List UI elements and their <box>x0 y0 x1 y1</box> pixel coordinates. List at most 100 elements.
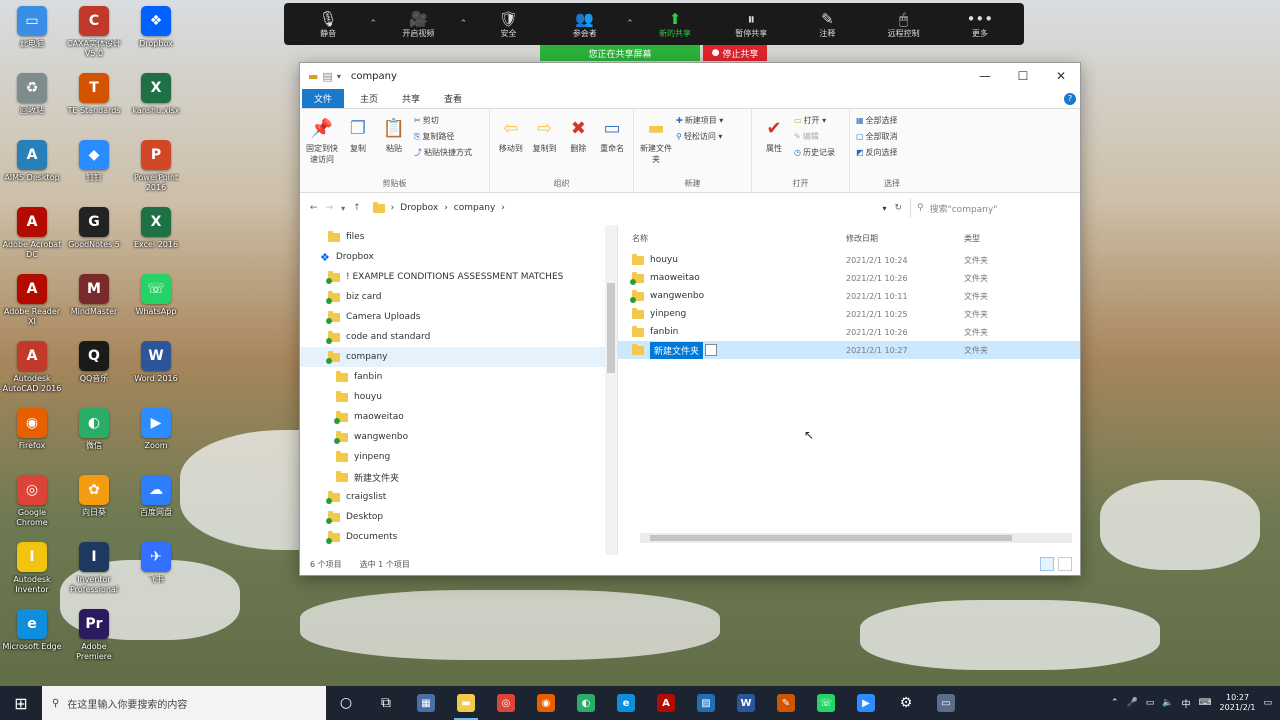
zoom-button[interactable]: ⬆ 新的共享 <box>637 10 713 39</box>
paint-icon[interactable]: ✎ <box>766 686 806 720</box>
desktop-icon[interactable]: ☁ 百度网盘 <box>126 473 186 539</box>
search-input[interactable]: ⚲ 搜索"company" <box>910 198 1070 218</box>
zoom-button[interactable]: 👥 参会者 <box>547 10 623 39</box>
nav-item[interactable]: Documents <box>300 527 617 547</box>
file-row[interactable]: fanbin 2021/2/1 10:26 文件夹 <box>618 323 1080 341</box>
copy-path-button[interactable]: ⎘ 复制路径 <box>414 129 472 145</box>
nav-item[interactable]: ! EXAMPLE CONDITIONS ASSESSMENT MATCHES <box>300 267 617 287</box>
wechat-icon[interactable]: ◐ <box>566 686 606 720</box>
rename-input[interactable]: 新建文件夹 <box>650 341 704 359</box>
chevron-down-icon[interactable]: ▾ <box>337 72 341 81</box>
cortana-icon[interactable]: ○ <box>326 686 366 720</box>
nav-item[interactable]: craigslist <box>300 487 617 507</box>
desktop-icon[interactable]: A Adobe Acrobat DC <box>2 205 62 271</box>
settings-icon[interactable]: ⚙ <box>886 686 926 720</box>
back-arrow-icon[interactable]: ← <box>310 203 318 213</box>
microphone-icon[interactable]: 🎤 <box>1127 698 1138 708</box>
stop-share-button[interactable]: ● 停止共享 <box>703 45 767 61</box>
nav-item[interactable]: biz card <box>300 287 617 307</box>
windows-start-icon[interactable]: ⊞ <box>0 686 42 720</box>
tab-file[interactable]: 文件 <box>302 89 345 108</box>
large-icons-view-icon[interactable] <box>1058 557 1072 571</box>
zoom-button[interactable]: ✎ 注释 <box>789 10 865 39</box>
nav-item[interactable]: ❖ Dropbox <box>300 247 617 267</box>
file-explorer-icon[interactable]: ▬ <box>446 686 486 720</box>
select-none-button[interactable]: ▢ 全部取消 <box>856 129 898 145</box>
nav-item[interactable]: company <box>300 347 617 367</box>
desktop-icon[interactable]: ◆ 钉钉 <box>64 138 124 204</box>
file-row[interactable]: maoweitao 2021/2/1 10:26 文件夹 <box>618 269 1080 287</box>
up-arrow-icon[interactable]: ↑ <box>353 203 361 213</box>
task-view-icon[interactable]: ⧉ <box>366 686 406 720</box>
meeting-icon[interactable]: ▭ <box>926 686 966 720</box>
desktop-icon[interactable]: ▭ 此电脑 <box>2 4 62 70</box>
desktop-icon[interactable]: ◉ Firefox <box>2 406 62 472</box>
maximize-button[interactable]: ☐ <box>1004 69 1042 83</box>
ime-indicator[interactable]: 中 <box>1182 697 1191 710</box>
desktop-icon[interactable]: C CAXA实体设计 V5.0 <box>64 4 124 70</box>
desktop-icon[interactable]: ◐ 微信 <box>64 406 124 472</box>
details-view-icon[interactable] <box>1040 557 1054 571</box>
tab-home[interactable]: 主页 <box>348 89 390 108</box>
chrome-icon[interactable]: ◎ <box>486 686 526 720</box>
breadcrumb-company[interactable]: company <box>454 203 495 213</box>
desktop-icon[interactable]: I Inventor Professional <box>64 540 124 606</box>
nav-item[interactable]: files <box>300 227 617 247</box>
file-row[interactable]: yinpeng 2021/2/1 10:25 文件夹 <box>618 305 1080 323</box>
forward-arrow-icon[interactable]: → <box>326 203 334 213</box>
file-row[interactable]: houyu 2021/2/1 10:24 文件夹 <box>618 251 1080 269</box>
zoom-button[interactable]: 🛡 安全 <box>470 10 546 39</box>
nav-item[interactable]: Camera Uploads <box>300 307 617 327</box>
firefox-icon[interactable]: ◉ <box>526 686 566 720</box>
input-method-icon[interactable]: ⌨ <box>1199 698 1212 708</box>
desktop-icon[interactable]: A Adobe Reader XI <box>2 272 62 338</box>
nav-item[interactable]: 新建文件夹 <box>300 467 617 487</box>
desktop-icon[interactable]: ♻ 回收站 <box>2 71 62 137</box>
clock[interactable]: 10:27 2021/2/1 <box>1220 693 1256 713</box>
refresh-icon[interactable]: ↻ <box>894 203 902 213</box>
chevron-up-icon[interactable]: ⌃ <box>623 19 637 29</box>
file-row[interactable]: wangwenbo 2021/2/1 10:11 文件夹 <box>618 287 1080 305</box>
chevron-up-icon[interactable]: ⌃ <box>366 19 380 29</box>
help-icon[interactable]: ? <box>1064 92 1076 105</box>
recent-chevron-icon[interactable]: ▾ <box>341 204 345 213</box>
tab-share[interactable]: 共享 <box>390 89 432 108</box>
desktop-icon[interactable]: T TE Standards <box>64 71 124 137</box>
quick-access-toolbar-icon[interactable]: ▤ <box>322 70 332 83</box>
nav-item[interactable]: yinpeng <box>300 447 617 467</box>
nav-item[interactable]: code and standard <box>300 327 617 347</box>
edit-button[interactable]: ✎ 编辑 <box>794 129 835 145</box>
nav-scrollbar[interactable] <box>605 225 617 555</box>
desktop-icon[interactable]: X Excel 2016 <box>126 205 186 271</box>
invert-selection-button[interactable]: ◩ 反向选择 <box>856 145 898 161</box>
zoom-button[interactable]: ⏸ 暂停共享 <box>713 10 789 39</box>
desktop-icon[interactable]: M MindMaster <box>64 272 124 338</box>
whatsapp-icon[interactable]: ☏ <box>806 686 846 720</box>
desktop-icon[interactable]: Xkanshu.xlsx <box>126 71 186 137</box>
tab-view[interactable]: 查看 <box>432 89 474 108</box>
history-button[interactable]: ◷ 历史记录 <box>794 145 835 161</box>
desktop-icon[interactable]: ◎ Google Chrome <box>2 473 62 539</box>
zoom-button[interactable]: 🖱 远程控制 <box>866 10 942 39</box>
close-button[interactable]: ✕ <box>1042 69 1080 83</box>
volume-icon[interactable]: 🔈 <box>1162 698 1173 708</box>
desktop-icon[interactable]: P PowerPoint 2016 <box>126 138 186 204</box>
chevron-up-icon[interactable]: ⌃ <box>456 19 470 29</box>
zoom-button[interactable]: ••• 更多 <box>942 10 1018 39</box>
calculator-icon[interactable]: ▦ <box>406 686 446 720</box>
minimize-button[interactable]: — <box>966 69 1004 83</box>
address-bar[interactable]: › Dropbox › company › ▾ <box>369 198 886 218</box>
network-icon[interactable]: ▭ <box>1146 698 1155 708</box>
desktop-icon[interactable]: Q QQ音乐 <box>64 339 124 405</box>
horizontal-scrollbar[interactable] <box>640 533 1072 543</box>
column-date[interactable]: 修改日期 <box>846 233 964 244</box>
breadcrumb-dropbox[interactable]: Dropbox <box>400 203 438 213</box>
nav-item[interactable]: Desktop <box>300 507 617 527</box>
word-icon[interactable]: W <box>726 686 766 720</box>
address-dropdown-icon[interactable]: ▾ <box>882 204 886 213</box>
new-item-button[interactable]: ✚ 新建项目 ▾ <box>676 113 723 129</box>
taskbar-search-input[interactable]: ⚲ 在这里输入你要搜索的内容 <box>42 686 326 720</box>
desktop-icon[interactable]: ✈ 飞书 <box>126 540 186 606</box>
nav-item[interactable]: fanbin <box>300 367 617 387</box>
column-name[interactable]: 名称 <box>632 233 846 244</box>
